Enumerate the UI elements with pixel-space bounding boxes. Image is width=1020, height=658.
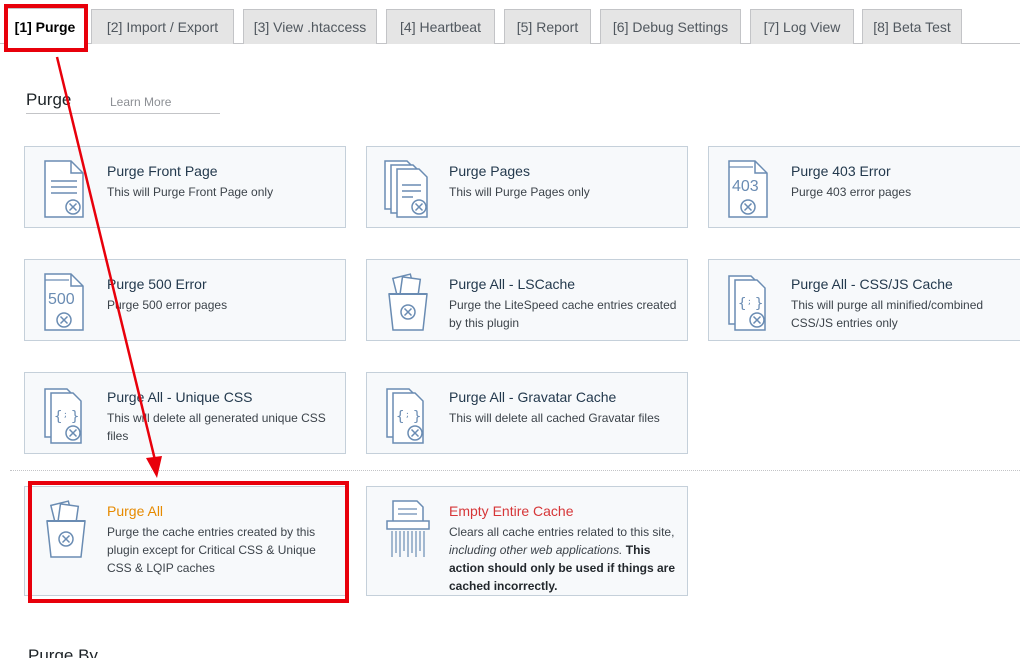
trash-x-icon (388, 273, 428, 331)
section-divider (10, 470, 1020, 471)
purge-all-cssjs-cache-button[interactable]: { } ; Purge All - CSS/JS Cache This will… (708, 259, 1020, 341)
purge-by-heading: Purge By (28, 646, 98, 658)
purge-all-lscache-button[interactable]: Purge All - LSCache Purge the LiteSpeed … (366, 259, 688, 341)
purge-all-unique-css-button[interactable]: { } ; Purge All - Unique CSS This will d… (24, 372, 346, 454)
card-title: Empty Entire Cache (449, 503, 574, 519)
card-description: Purge the LiteSpeed cache entries create… (449, 298, 677, 330)
tab-view-htaccess[interactable]: [3] View .htaccess (243, 9, 377, 44)
card-title: Purge 500 Error (107, 276, 207, 292)
card-title: Purge All - Unique CSS (107, 389, 253, 405)
card-title: Purge All - LSCache (449, 276, 576, 292)
purge-500-error-button[interactable]: 500 Purge 500 Error Purge 500 error page… (24, 259, 346, 341)
tab-import-export[interactable]: [2] Import / Export (91, 9, 234, 44)
annotation-highlight-tab (4, 4, 88, 52)
purge-pages-button[interactable]: Purge Pages This will Purge Pages only (366, 146, 688, 228)
document-x-icon (44, 160, 84, 218)
section-heading: Purge Learn More (26, 90, 220, 114)
tab-heartbeat[interactable]: [4] Heartbeat (386, 9, 495, 44)
svg-text:;: ; (747, 297, 752, 306)
card-description: Purge 500 error pages (107, 298, 228, 312)
card-description: This will purge all minified/combined CS… (791, 298, 984, 330)
tab-report[interactable]: [5] Report (504, 9, 591, 44)
error-403-icon: 403 (728, 160, 768, 218)
section-title: Purge (26, 90, 72, 109)
code-file-x-icon: { } ; (728, 275, 766, 331)
code-file-x-icon: { } ; (386, 388, 424, 444)
card-description: Clears all cache entries related to this… (449, 523, 681, 595)
learn-more-link[interactable]: Learn More (110, 95, 171, 109)
card-description: This will Purge Pages only (449, 185, 590, 199)
card-description: This will Purge Front Page only (107, 185, 274, 199)
svg-text:;: ; (405, 410, 410, 419)
purge-front-page-button[interactable]: Purge Front Page This will Purge Front P… (24, 146, 346, 228)
icon-label: 500 (48, 291, 75, 308)
card-title: Purge All - Gravatar Cache (449, 389, 617, 405)
svg-text:;: ; (63, 410, 68, 419)
card-title: Purge Pages (449, 163, 530, 179)
annotation-highlight-purge-all (28, 481, 349, 603)
shredder-icon (386, 500, 430, 557)
card-title: Purge 403 Error (791, 163, 891, 179)
card-title: Purge Front Page (107, 163, 218, 179)
card-description: Purge 403 error pages (791, 185, 912, 199)
code-file-x-icon: { } ; (44, 388, 82, 444)
purge-403-error-button[interactable]: 403 Purge 403 Error Purge 403 error page… (708, 146, 1020, 228)
tab-log-view[interactable]: [7] Log View (750, 9, 854, 44)
desc-emphasis: including other web applications. (449, 543, 623, 557)
tab-bar: [1] Purge [2] Import / Export [3] View .… (0, 0, 1020, 45)
tab-beta-test[interactable]: [8] Beta Test (862, 9, 962, 44)
icon-label: 403 (732, 178, 759, 195)
error-500-icon: 500 (44, 273, 84, 331)
tab-debug-settings[interactable]: [6] Debug Settings (600, 9, 741, 44)
purge-all-gravatar-cache-button[interactable]: { } ; Purge All - Gravatar Cache This wi… (366, 372, 688, 454)
card-description: This will delete all generated unique CS… (107, 411, 326, 443)
documents-x-icon (384, 160, 428, 218)
empty-entire-cache-button[interactable]: Empty Entire Cache Clears all cache entr… (366, 486, 688, 596)
desc-plain: Clears all cache entries related to this… (449, 525, 675, 539)
card-description: This will delete all cached Gravatar fil… (449, 411, 660, 425)
card-title: Purge All - CSS/JS Cache (791, 276, 953, 292)
